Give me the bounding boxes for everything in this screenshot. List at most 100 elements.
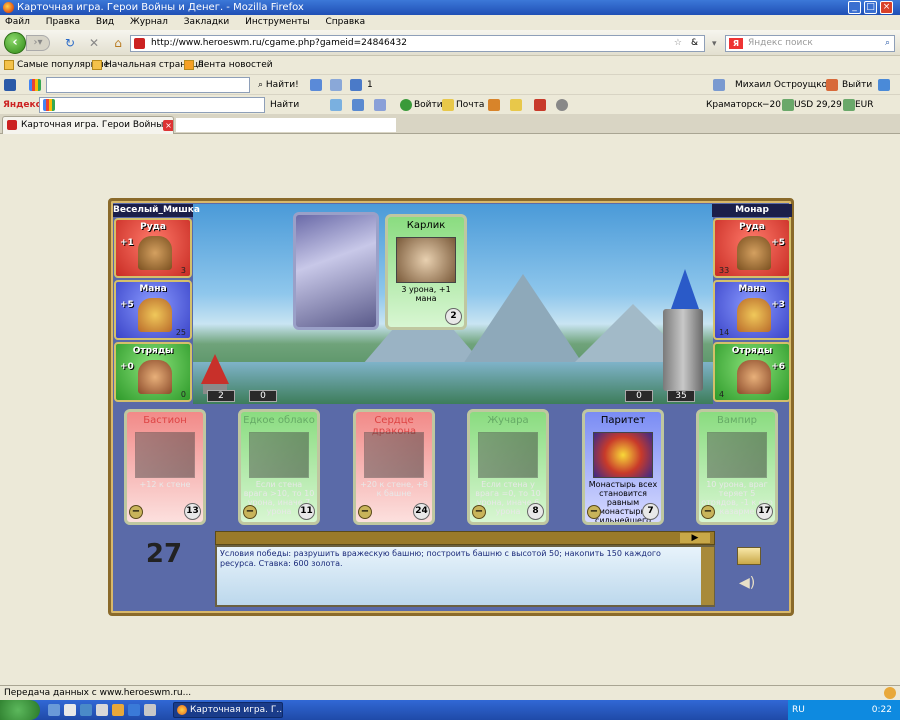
hand-card[interactable]: Вампир 10 урона, враг теряет 5 отрядов, -… [696,409,778,525]
quicklaunch-icon[interactable] [144,704,156,716]
chat-icon[interactable] [737,547,761,565]
toolbar-icon-5[interactable] [352,99,364,111]
url-text: http://www.heroeswm.ru/cgame.php?gameid=… [151,38,407,48]
bird-icon[interactable] [878,79,890,91]
toolbar-icon-4[interactable] [330,99,342,111]
login-icon[interactable] [400,99,412,111]
quicklaunch-icon[interactable] [80,704,92,716]
menu-bookmarks[interactable]: Закладки [184,17,230,27]
clock: 0:22 [871,705,892,715]
card-cost: 8 [527,503,544,520]
menu-file[interactable]: Файл [5,17,30,27]
tab-blank[interactable] [176,118,396,132]
language-indicator[interactable]: RU [792,700,805,720]
discard-button[interactable]: − [587,505,601,519]
log-expand-button[interactable]: ▶ [680,533,710,543]
toolbar-find-button[interactable]: ⌕ Найти! [258,75,299,95]
hand-card[interactable]: Паритет Монастырь всех становится равным … [582,409,664,525]
mail-icon[interactable] [442,99,454,111]
google-icon[interactable] [29,79,41,91]
user-name[interactable]: Михаил Остроущко [735,75,827,95]
log-scrollbar[interactable] [701,547,714,605]
url-input[interactable]: http://www.heroeswm.ru/cgame.php?gameid=… [130,35,705,52]
menu-tools[interactable]: Инструменты [245,17,309,27]
discard-button[interactable]: − [129,505,143,519]
toolbar-icon-1[interactable] [310,79,322,91]
forward-button[interactable]: ›▾ [26,35,50,51]
dwarf-image [396,237,456,283]
card-image [135,432,195,478]
quicklaunch-icon[interactable] [64,704,76,716]
mail-link[interactable]: Почта [456,95,484,115]
quicklaunch-icon[interactable] [112,704,124,716]
menu-history[interactable]: Журнал [130,17,168,27]
yandex-logo[interactable]: Яндекс [3,95,41,115]
home-icon[interactable]: ⌂ [111,36,125,50]
bookmark-icon [4,60,14,70]
yandex-find-button[interactable]: Найти [270,95,299,115]
toolbar-icon-8[interactable] [534,99,546,111]
logout-link[interactable]: Выйти [842,75,872,95]
hand-card[interactable]: Сердце дракона +20 к стене, +8 к башне 24− [353,409,435,525]
left-wall-height: 0 [249,390,277,402]
temperature-label[interactable]: −20 [762,95,781,115]
quicklaunch-icon[interactable] [128,704,140,716]
navigation-toolbar: ‹ ›▾ ↻ ✕ ⌂ http://www.heroeswm.ru/cgame.… [0,30,900,56]
barracks-icon [138,360,172,394]
usd-rate[interactable]: USD 29,29 [794,95,842,115]
star-icon[interactable]: ☆ [674,36,682,51]
login-link[interactable]: Войти [414,95,443,115]
menu-view[interactable]: Вид [96,17,114,27]
hand-card[interactable]: Бастион +12 к стене 13 − [124,409,206,525]
window-titlebar: Карточная игра. Герои Войны и Денег. - M… [0,0,900,15]
discard-button[interactable]: − [701,505,715,519]
toolbar-icon-6[interactable] [374,99,386,111]
search-input[interactable]: Я Яндекс поиск ⌕ [725,35,895,52]
menu-help[interactable]: Справка [325,17,365,27]
sound-icon[interactable]: ◀) [739,575,759,591]
left-tower-roof [201,354,229,384]
deck-card-back[interactable] [293,212,379,330]
card-image [478,432,538,478]
reload-icon[interactable]: ↻ [63,36,77,50]
hand-card[interactable]: Жучара Если стена у врага =0, то 10 урона… [467,409,549,525]
back-button[interactable]: ‹ [4,32,26,54]
hand-card[interactable]: Едкое облако Если стена врага >10, то 10 … [238,409,320,525]
maximize-button[interactable]: □ [864,1,877,14]
quicklaunch-icon[interactable] [48,704,60,716]
right-resource-ore: Руда +5 33 [713,218,791,278]
played-card-desc: 3 урона, +1 мана [401,285,451,303]
star-icon[interactable] [510,99,522,111]
toolbar-icon-2[interactable] [330,79,342,91]
bookmark-news[interactable]: Лента новостей [184,56,273,74]
minimize-button[interactable]: _ [848,1,861,14]
tab-game[interactable]: Карточная игра. Герои Войны и ... × [2,116,174,134]
menu-edit[interactable]: Правка [46,17,80,27]
search-engine-dropdown[interactable]: ▾ [712,39,717,49]
gear-icon[interactable] [556,99,568,111]
firefox-icon [3,2,14,13]
toolbar-icon-7[interactable] [488,99,500,111]
stop-icon[interactable]: ✕ [87,36,101,50]
discard-button[interactable]: − [358,505,372,519]
vk-icon[interactable] [4,79,16,91]
logout-icon[interactable] [826,79,838,91]
start-button[interactable] [0,700,40,720]
left-tower-height: 2 [207,390,235,402]
taskbar-firefox-window[interactable]: Карточная игра. Г... [173,702,283,718]
toolbar-icon-3[interactable] [350,79,362,91]
city-label[interactable]: Краматорск [706,95,763,115]
toolbar-search-input[interactable] [46,77,250,93]
close-button[interactable]: × [880,1,893,14]
search-icon[interactable]: ⌕ [885,36,890,51]
toolbar-counter[interactable]: 1 [367,75,373,95]
discard-button[interactable]: − [243,505,257,519]
mail-icon[interactable] [713,79,725,91]
log-header: ▶ [215,531,715,545]
right-wall-height: 0 [625,390,653,402]
tab-close-icon[interactable]: × [163,120,173,131]
quicklaunch-icon[interactable] [96,704,108,716]
yandex-search-input[interactable] [39,97,265,113]
game-log: Условия победы: разрушить вражескую башн… [215,545,715,607]
discard-button[interactable]: − [472,505,486,519]
